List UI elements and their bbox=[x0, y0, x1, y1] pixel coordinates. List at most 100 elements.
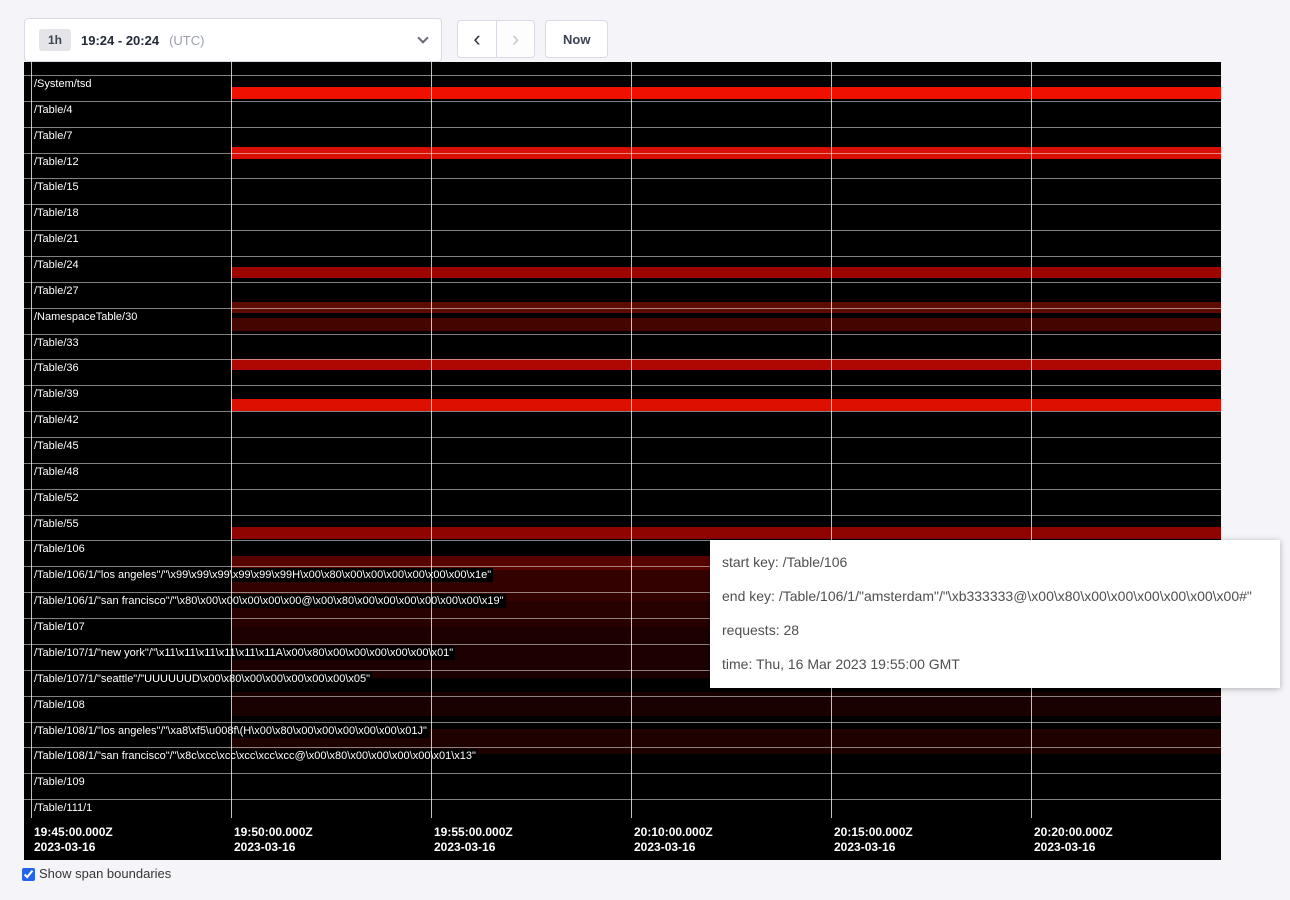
tooltip-start-key: start key: /Table/106 bbox=[722, 554, 1268, 570]
heatmap-row-label: /Table/33 bbox=[32, 336, 81, 350]
heatmap-row-label: /Table/39 bbox=[32, 387, 81, 401]
heatmap-row-label: /Table/109 bbox=[32, 775, 87, 789]
time-gridline bbox=[31, 62, 32, 818]
x-axis-tick: 20:20:00.000Z2023-03-16 bbox=[1034, 825, 1113, 855]
heatmap-row-label: /Table/45 bbox=[32, 439, 81, 453]
heatmap-row-label: /Table/18 bbox=[32, 206, 81, 220]
heatmap-row-label: /Table/111/1 bbox=[32, 801, 94, 815]
span-boundary-line bbox=[24, 308, 1221, 309]
heatmap-row-label: /Table/52 bbox=[32, 491, 81, 505]
x-tick-date: 2023-03-16 bbox=[34, 840, 113, 855]
span-boundary-line bbox=[24, 411, 1221, 412]
next-time-button[interactable]: › bbox=[496, 20, 535, 58]
time-range-select[interactable]: 1h 19:24 - 20:24 (UTC) bbox=[24, 18, 442, 62]
heatmap-row-label: /Table/108/1/"san francisco"/"\x8c\xcc\x… bbox=[32, 749, 478, 763]
heatmap-row-label: /Table/15 bbox=[32, 180, 81, 194]
x-tick-time: 19:55:00.000Z bbox=[434, 825, 513, 840]
heat-band bbox=[231, 399, 1221, 411]
span-boundary-line bbox=[24, 204, 1221, 205]
heatmap-row-label: /Table/27 bbox=[32, 284, 81, 298]
heatmap-row-label: /Table/24 bbox=[32, 258, 81, 272]
heatmap-row-label: /Table/55 bbox=[32, 517, 81, 531]
chevron-left-icon: ‹ bbox=[473, 29, 480, 49]
heat-band bbox=[231, 359, 1221, 370]
time-gridline bbox=[1031, 62, 1032, 818]
x-tick-time: 20:10:00.000Z bbox=[634, 825, 713, 840]
x-axis-tick: 20:15:00.000Z2023-03-16 bbox=[834, 825, 913, 855]
span-boundary-line bbox=[24, 230, 1221, 231]
heatmap-row-label: /Table/106/1/"san francisco"/"\x80\x00\x… bbox=[32, 594, 506, 608]
time-range-label: 19:24 - 20:24 bbox=[81, 33, 159, 48]
heatmap-row-label: /Table/107/1/"seattle"/"UUUUUUD\x00\x80\… bbox=[32, 672, 372, 686]
tooltip-requests: requests: 28 bbox=[722, 622, 1268, 638]
heatmap-row-label: /Table/106/1/"los angeles"/"\x99\x99\x99… bbox=[32, 568, 493, 582]
now-button-label: Now bbox=[563, 32, 590, 47]
span-boundary-line bbox=[24, 437, 1221, 438]
heatmap-row-label: /Table/36 bbox=[32, 361, 81, 375]
heat-band bbox=[231, 318, 1221, 331]
span-tooltip: start key: /Table/106 end key: /Table/10… bbox=[710, 540, 1280, 688]
heat-band bbox=[231, 527, 1221, 539]
duration-badge: 1h bbox=[39, 29, 71, 51]
heatmap-row-label: /System/tsd bbox=[32, 77, 93, 91]
x-tick-time: 20:20:00.000Z bbox=[1034, 825, 1113, 840]
x-axis-tick: 20:10:00.000Z2023-03-16 bbox=[634, 825, 713, 855]
heatmap-row-label: /Table/4 bbox=[32, 103, 75, 117]
x-tick-date: 2023-03-16 bbox=[634, 840, 713, 855]
span-boundary-line bbox=[24, 722, 1221, 723]
span-boundary-line bbox=[24, 127, 1221, 128]
chevron-right-icon: › bbox=[512, 29, 519, 49]
tooltip-end-key: end key: /Table/106/1/"amsterdam"/"\xb33… bbox=[722, 588, 1268, 604]
prev-time-button[interactable]: ‹ bbox=[457, 20, 496, 58]
heatmap-row-label: /Table/108 bbox=[32, 698, 87, 712]
span-boundary-line bbox=[24, 153, 1221, 154]
heatmap-canvas[interactable]: /System/tsd/Table/4/Table/7/Table/12/Tab… bbox=[24, 62, 1221, 860]
span-boundary-line bbox=[24, 385, 1221, 386]
time-gridline bbox=[631, 62, 632, 818]
x-tick-date: 2023-03-16 bbox=[834, 840, 913, 855]
x-axis-tick: 19:55:00.000Z2023-03-16 bbox=[434, 825, 513, 855]
heatmap-row-label: /NamespaceTable/30 bbox=[32, 310, 139, 324]
heatmap-row-label: /Table/106 bbox=[32, 542, 87, 556]
span-boundary-line bbox=[24, 799, 1221, 800]
span-boundary-line bbox=[24, 359, 1221, 360]
timezone-label: (UTC) bbox=[169, 33, 204, 48]
span-boundary-line bbox=[24, 178, 1221, 179]
heatmap-row-label: /Table/42 bbox=[32, 413, 81, 427]
span-boundary-line bbox=[24, 256, 1221, 257]
toolbar: 1h 19:24 - 20:24 (UTC) ‹ › Now bbox=[24, 18, 608, 62]
x-tick-time: 19:50:00.000Z bbox=[234, 825, 313, 840]
span-boundary-line bbox=[24, 463, 1221, 464]
span-boundary-line bbox=[24, 75, 1221, 76]
span-boundary-line bbox=[24, 696, 1221, 697]
span-boundary-line bbox=[24, 747, 1221, 748]
show-span-boundaries-checkbox[interactable] bbox=[22, 868, 35, 881]
footer: Show span boundaries bbox=[22, 866, 171, 882]
time-nav-group: ‹ › bbox=[457, 20, 535, 58]
span-boundary-line bbox=[24, 489, 1221, 490]
heatmap-row-label: /Table/21 bbox=[32, 232, 81, 246]
span-boundary-line bbox=[24, 773, 1221, 774]
now-button[interactable]: Now bbox=[545, 20, 608, 58]
x-axis-tick: 19:45:00.000Z2023-03-16 bbox=[34, 825, 113, 855]
time-gridline bbox=[231, 62, 232, 818]
show-span-boundaries-label: Show span boundaries bbox=[39, 866, 171, 882]
time-gridline bbox=[831, 62, 832, 818]
heatmap-row-label: /Table/107 bbox=[32, 620, 87, 634]
heat-band bbox=[231, 87, 1221, 99]
span-boundary-line bbox=[24, 101, 1221, 102]
span-boundary-line bbox=[24, 282, 1221, 283]
chevron-down-icon bbox=[417, 32, 428, 43]
heatmap-row-label: /Table/107/1/"new york"/"\x11\x11\x11\x1… bbox=[32, 646, 455, 660]
span-boundary-line bbox=[24, 334, 1221, 335]
heat-band bbox=[231, 267, 1221, 278]
x-tick-date: 2023-03-16 bbox=[234, 840, 313, 855]
heatmap-row-label: /Table/48 bbox=[32, 465, 81, 479]
x-tick-date: 2023-03-16 bbox=[1034, 840, 1113, 855]
x-tick-time: 19:45:00.000Z bbox=[34, 825, 113, 840]
x-tick-date: 2023-03-16 bbox=[434, 840, 513, 855]
heatmap-row-label: /Table/7 bbox=[32, 129, 75, 143]
heatmap-row-label: /Table/12 bbox=[32, 155, 81, 169]
tooltip-time: time: Thu, 16 Mar 2023 19:55:00 GMT bbox=[722, 656, 1268, 672]
time-gridline bbox=[431, 62, 432, 818]
